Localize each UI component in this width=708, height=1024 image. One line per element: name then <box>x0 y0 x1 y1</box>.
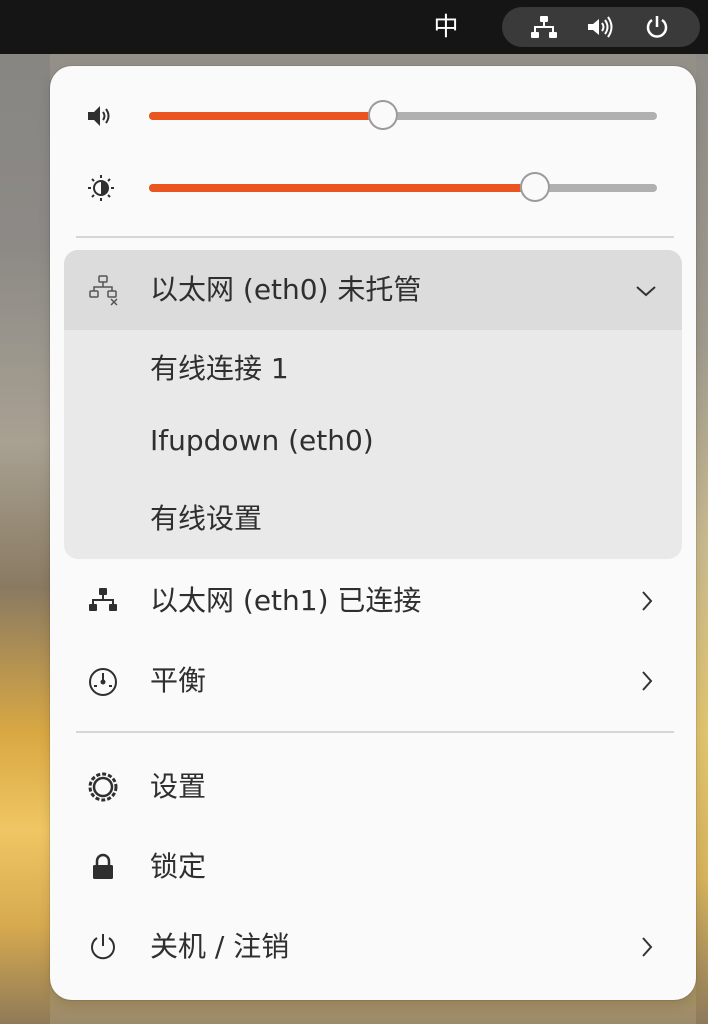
brightness-slider[interactable] <box>149 172 657 202</box>
submenu-item-label: Ifupdown (eth0) <box>150 424 374 457</box>
network-icon <box>530 15 558 39</box>
ethernet-eth1-label: 以太网 (eth1) 已连接 <box>150 584 422 617</box>
settings-icon <box>86 770 120 804</box>
submenu-item-label: 有线连接 1 <box>150 352 289 385</box>
volume-slider-knob[interactable] <box>368 100 398 130</box>
power-off-label: 关机 / 注销 <box>150 930 290 963</box>
submenu-item-ifupdown-eth0[interactable]: Ifupdown (eth0) <box>64 404 682 478</box>
top-bar: 中 <box>0 0 708 54</box>
wallpaper-left <box>0 54 50 1024</box>
network-icon <box>86 584 120 618</box>
power-mode-item[interactable]: 平衡 <box>64 648 682 714</box>
chevron-right-icon <box>638 588 656 614</box>
network-unmanaged-icon <box>86 272 120 306</box>
ethernet-eth0-submenu: 以太网 (eth0) 未托管 有线连接 1 Ifupdown (eth0) 有线… <box>64 250 682 559</box>
submenu-item-label: 有线设置 <box>150 502 263 535</box>
power-mode-label: 平衡 <box>150 664 207 697</box>
input-method-indicator[interactable]: 中 <box>430 10 462 44</box>
power-icon <box>86 930 120 964</box>
power-off-item[interactable]: 关机 / 注销 <box>64 914 682 980</box>
quick-settings-menu: 以太网 (eth0) 未托管 有线连接 1 Ifupdown (eth0) 有线… <box>50 66 696 1000</box>
brightness-slider-fill <box>149 184 535 192</box>
lock-icon <box>86 850 120 884</box>
volume-slider[interactable] <box>149 100 657 130</box>
power-profile-icon <box>86 664 120 698</box>
settings-item[interactable]: 设置 <box>64 754 682 820</box>
ethernet-eth1-item[interactable]: 以太网 (eth1) 已连接 <box>64 568 682 634</box>
submenu-item-wired-connection-1[interactable]: 有线连接 1 <box>64 332 682 406</box>
chevron-right-icon <box>638 934 656 960</box>
volume-icon <box>86 102 116 130</box>
brightness-slider-row <box>76 166 684 210</box>
ethernet-eth0-label: 以太网 (eth0) 未托管 <box>150 273 422 306</box>
brightness-slider-knob[interactable] <box>520 172 550 202</box>
settings-label: 设置 <box>150 770 207 803</box>
ethernet-eth0-header[interactable]: 以太网 (eth0) 未托管 <box>64 250 682 330</box>
separator <box>76 236 674 238</box>
submenu-item-wired-settings[interactable]: 有线设置 <box>64 482 682 556</box>
lock-label: 锁定 <box>150 850 207 883</box>
chevron-down-icon <box>634 283 658 299</box>
wallpaper-right <box>696 54 708 1024</box>
separator <box>76 731 674 733</box>
volume-icon <box>585 15 613 39</box>
lock-item[interactable]: 锁定 <box>64 834 682 900</box>
brightness-icon <box>86 174 116 202</box>
power-icon <box>643 15 671 39</box>
volume-slider-row <box>76 94 684 138</box>
chevron-right-icon <box>638 668 656 694</box>
system-tray[interactable] <box>502 7 700 47</box>
volume-slider-fill <box>149 112 383 120</box>
